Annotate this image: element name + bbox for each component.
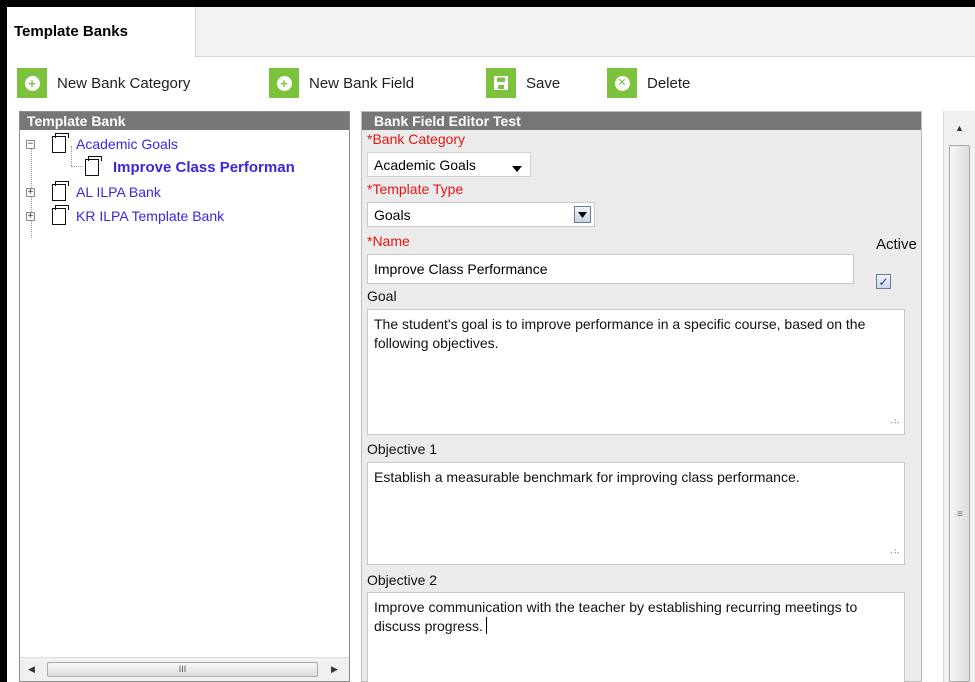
vertical-scrollbar[interactable]: ▲ ≡ [943,111,975,682]
tree-item-label[interactable]: Academic Goals [76,136,178,152]
name-label: *Name [367,233,410,249]
document-icon [52,204,69,225]
horizontal-scrollbar[interactable]: ◀ III ▶ [20,657,349,681]
scroll-grip: III [178,664,187,674]
plus-circle-icon: + [269,68,299,98]
scroll-thumb[interactable]: III [47,662,318,677]
template-type-select[interactable]: Goals [367,202,595,227]
scroll-grip-icon: ≡ [957,509,963,520]
delete-button[interactable]: ✕ Delete [607,68,690,98]
objective-1-label: Objective 1 [367,441,438,457]
objective-1-textarea[interactable]: Establish a measurable benchmark for imp… [367,462,905,565]
objective-2-value: Improve communication with the teacher b… [374,599,858,634]
save-label: Save [526,74,561,92]
bank-field-editor-header: Bank Field Editor Test [362,112,921,130]
document-icon [85,155,102,176]
expand-toggle-icon[interactable]: + [26,211,35,221]
template-bank-tree: − Academic Goals Improve Class Performan… [20,130,349,675]
name-value: Improve Class Performance [374,261,548,277]
tree-item-kr-ilpa-template-bank[interactable]: + KR ILPA Template Bank [26,204,224,228]
document-icon [52,180,69,201]
tree-connector [71,166,83,167]
scroll-right-icon[interactable]: ▶ [331,664,338,675]
new-bank-category-button[interactable]: + New Bank Category [17,68,190,98]
tab-strip: Template Banks [7,7,975,58]
new-bank-category-label: New Bank Category [57,74,191,92]
template-bank-panel: Template Bank − Academic Goals Improve C… [19,111,350,682]
resize-grip-icon[interactable]: ⠠⠦ [887,412,900,431]
objective-1-value: Establish a measurable benchmark for imp… [374,469,800,485]
goal-value: The student's goal is to improve perform… [374,316,866,351]
goal-textarea[interactable]: The student's goal is to improve perform… [367,309,905,435]
template-type-label: *Template Type [367,181,464,197]
checkmark-icon: ✓ [878,274,889,289]
expand-toggle-icon[interactable]: + [26,187,35,197]
document-icon [52,132,69,153]
tree-item-improve-class-performance[interactable]: Improve Class Performan [85,155,295,179]
objective-2-textarea[interactable]: Improve communication with the teacher b… [367,592,905,682]
tab-template-banks[interactable]: Template Banks [7,7,196,58]
delete-label: Delete [647,74,691,92]
save-button[interactable]: Save [486,68,560,98]
tree-item-label[interactable]: AL ILPA Bank [76,184,161,200]
active-checkbox[interactable]: ✓ [876,274,891,289]
name-input[interactable]: Improve Class Performance [367,254,854,284]
chevron-down-icon [512,160,522,176]
chevron-down-icon[interactable] [574,206,591,223]
x-circle-icon: ✕ [607,68,637,98]
tree-item-al-ilpa-bank[interactable]: + AL ILPA Bank [26,180,161,204]
tree-item-label[interactable]: KR ILPA Template Bank [76,208,224,224]
save-disk-icon [486,68,516,98]
goal-label: Goal [367,288,397,304]
toolbar: + New Bank Category + New Bank Field Sav… [7,58,975,110]
active-label: Active [876,236,917,253]
template-bank-header: Template Bank [20,112,349,130]
bank-field-editor-panel: Bank Field Editor Test *Bank Category Ac… [361,111,922,682]
bank-category-value: Academic Goals [374,156,476,173]
template-type-value: Goals [374,206,411,223]
plus-circle-icon: + [17,68,47,98]
bank-category-select[interactable]: Academic Goals [367,152,531,177]
tree-item-academic-goals[interactable]: − Academic Goals [26,132,178,156]
scroll-up-icon[interactable]: ▲ [955,123,964,133]
bank-category-label: *Bank Category [367,131,466,147]
resize-grip-icon[interactable]: ⠠⠦ [887,542,900,561]
app-window: Template Banks + New Bank Category + New… [7,7,975,682]
tree-item-label[interactable]: Improve Class Performan [113,159,295,176]
new-bank-field-label: New Bank Field [309,74,415,92]
scroll-thumb[interactable] [949,145,970,682]
collapse-toggle-icon[interactable]: − [26,139,35,149]
text-cursor [485,617,487,634]
objective-2-label: Objective 2 [367,572,438,588]
new-bank-field-button[interactable]: + New Bank Field [269,68,414,98]
scroll-left-icon[interactable]: ◀ [28,664,35,675]
